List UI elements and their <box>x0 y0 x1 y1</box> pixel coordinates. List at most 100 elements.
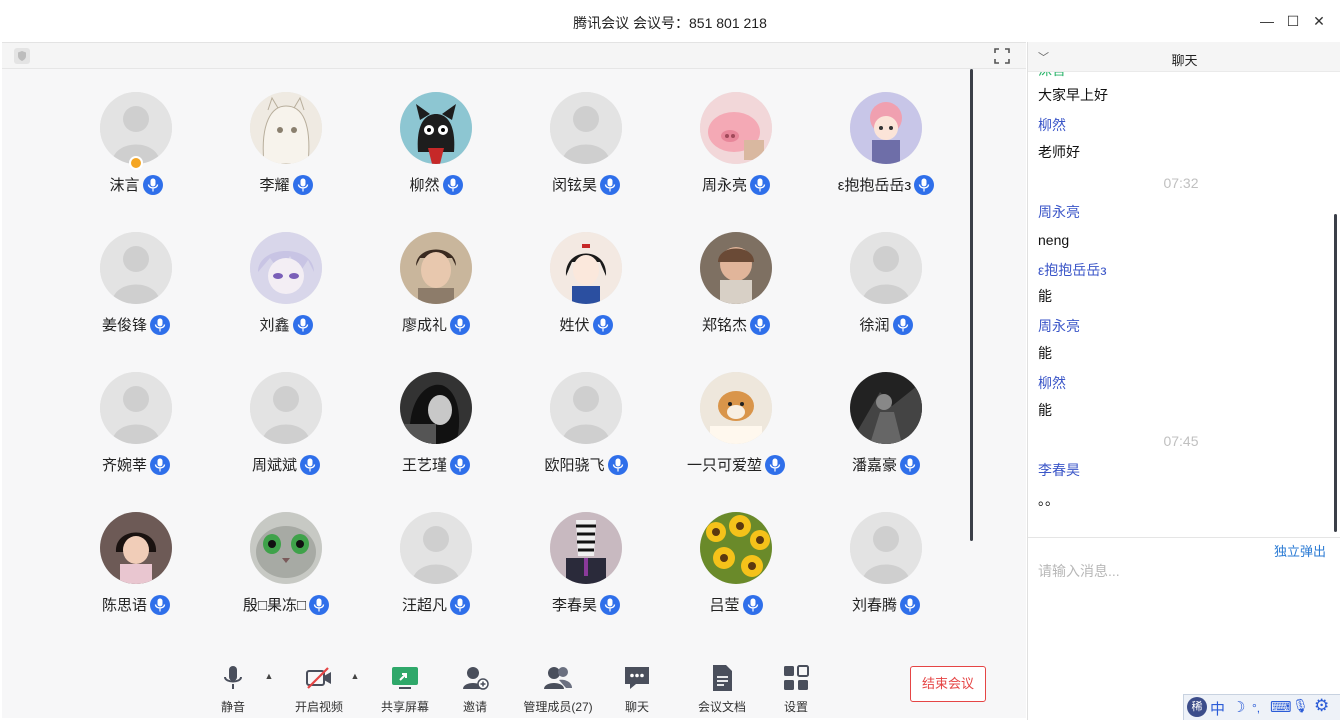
participant-tile[interactable]: 殷□果冻□ <box>211 512 361 632</box>
security-shield-icon[interactable] <box>14 48 30 64</box>
participant-avatar[interactable] <box>550 512 622 584</box>
chat-button[interactable]: 聊天 <box>597 661 677 719</box>
participant-name: 吕莹 <box>709 597 740 614</box>
maximize-button[interactable]: ☐ <box>1282 10 1304 32</box>
participant-name: 徐润 <box>859 317 890 334</box>
chat-message-text: 能 <box>1038 345 1052 361</box>
ime-halfwidth-moon-icon[interactable]: ☽ <box>1232 698 1245 716</box>
mute-options-caret-icon[interactable]: ▲ <box>263 671 275 683</box>
minimize-button[interactable]: — <box>1256 10 1278 32</box>
ime-chinese-mode[interactable]: 中 <box>1210 698 1225 719</box>
participant-tile[interactable]: 廖成礼 <box>361 232 511 352</box>
mic-status-icon <box>600 594 620 615</box>
ime-punctuation-icon[interactable]: °, <box>1252 701 1260 715</box>
participant-avatar[interactable] <box>250 92 322 164</box>
manage-members-button[interactable]: 管理成员(27) <box>512 661 604 719</box>
chat-message-list: 沫言大家早上好柳然老师好07:32周永亮nengε抱抱岳岳з能周永亮能柳然能07… <box>1028 72 1334 537</box>
participant-avatar[interactable] <box>700 372 772 444</box>
ime-logo-icon[interactable]: 稀 <box>1187 697 1207 717</box>
participant-avatar[interactable] <box>550 92 622 164</box>
participant-tile[interactable]: 沫言 <box>61 92 211 212</box>
share-screen-button[interactable]: 共享屏幕 <box>365 661 445 719</box>
participant-tile[interactable]: 陈思语 <box>61 512 211 632</box>
participant-avatar[interactable] <box>100 372 172 444</box>
participant-tile[interactable]: 李耀 <box>211 92 361 212</box>
chat-message-input[interactable] <box>1038 559 1328 583</box>
participant-avatar[interactable] <box>400 232 472 304</box>
participant-tile[interactable]: 李春昊 <box>511 512 661 632</box>
participant-tile[interactable]: 王艺瑾 <box>361 372 511 492</box>
participant-name-row: 姜俊锋 <box>61 314 211 335</box>
participant-tile[interactable]: 姜俊锋 <box>61 232 211 352</box>
participant-avatar[interactable] <box>100 232 172 304</box>
chat-divider <box>1028 537 1340 538</box>
participant-avatar[interactable] <box>400 372 472 444</box>
participant-tile[interactable]: 柳然 <box>361 92 511 212</box>
mic-status-icon <box>600 174 620 195</box>
participant-name-row: 齐婉莘 <box>61 454 211 475</box>
participant-tile[interactable]: 周永亮 <box>661 92 811 212</box>
participant-tile[interactable]: 刘鑫 <box>211 232 361 352</box>
ime-mic-icon[interactable]: 🎙 <box>1292 698 1309 714</box>
end-meeting-button[interactable]: 结束会议 <box>910 666 986 702</box>
participant-tile[interactable]: 闵铉昊 <box>511 92 661 212</box>
fullscreen-icon[interactable] <box>994 48 1010 64</box>
participant-avatar[interactable] <box>400 512 472 584</box>
participant-tile[interactable]: 吕莹 <box>661 512 811 632</box>
mute-button[interactable]: 静音 <box>193 661 273 719</box>
participant-avatar[interactable] <box>550 372 622 444</box>
participant-name-row: 殷□果冻□ <box>211 594 361 615</box>
participant-tile[interactable]: 汪超凡 <box>361 512 511 632</box>
participant-tile[interactable]: 潘嘉豪 <box>811 372 961 492</box>
chat-scrollbar[interactable] <box>1334 214 1337 532</box>
participant-avatar[interactable] <box>850 512 922 584</box>
settings-button[interactable]: 设置 <box>756 661 836 719</box>
participant-tile[interactable]: 周斌斌 <box>211 372 361 492</box>
participant-avatar[interactable] <box>700 92 772 164</box>
gallery-scrollbar[interactable] <box>970 69 973 541</box>
participant-tile[interactable]: 郑铭杰 <box>661 232 811 352</box>
participant-name: 潘嘉豪 <box>851 457 897 474</box>
participant-avatar[interactable] <box>700 512 772 584</box>
participant-name: 刘鑫 <box>259 317 290 334</box>
participant-tile[interactable]: 刘春腾 <box>811 512 961 632</box>
participant-avatar[interactable] <box>100 512 172 584</box>
mic-status-icon <box>450 594 470 615</box>
close-button[interactable]: ✕ <box>1308 10 1330 32</box>
mic-status-icon <box>750 314 770 335</box>
invite-button[interactable]: 邀请 <box>435 661 515 719</box>
participant-avatar[interactable] <box>250 512 322 584</box>
participant-avatar[interactable] <box>850 372 922 444</box>
participant-avatar[interactable] <box>100 92 172 164</box>
participant-avatar[interactable] <box>400 92 472 164</box>
participant-avatar[interactable] <box>550 232 622 304</box>
participant-avatar[interactable] <box>250 372 322 444</box>
chat-message-text: 。。 <box>1038 492 1059 508</box>
start-video-label: 开启视频 <box>294 700 343 714</box>
mic-status-icon <box>765 454 785 475</box>
participant-tile[interactable]: 齐婉莘 <box>61 372 211 492</box>
participant-avatar[interactable] <box>250 232 322 304</box>
participant-name: 陈思语 <box>101 597 147 614</box>
start-video-button[interactable]: 开启视频 <box>279 661 359 719</box>
invite-user-icon <box>463 667 489 690</box>
video-options-caret-icon[interactable]: ▲ <box>349 671 361 683</box>
participant-name: 廖成礼 <box>401 317 447 334</box>
participant-avatar[interactable] <box>850 92 922 164</box>
participant-tile[interactable]: 一只可爱堃 <box>661 372 811 492</box>
participant-tile[interactable]: 姓伏 <box>511 232 661 352</box>
participant-name-row: 欧阳骁飞 <box>511 454 661 475</box>
ime-keyboard-icon[interactable]: ⌨ <box>1270 698 1292 716</box>
meeting-docs-button[interactable]: 会议文档 <box>682 661 762 719</box>
popout-chat-link[interactable]: 独立弹出 <box>1274 541 1326 560</box>
chat-message-text: 能 <box>1038 288 1052 304</box>
participant-tile[interactable]: ε抱抱岳岳з <box>811 92 961 212</box>
participant-tile[interactable]: 欧阳骁飞 <box>511 372 661 492</box>
ime-gear-icon[interactable]: ⚙ <box>1314 696 1329 716</box>
participant-avatar[interactable] <box>700 232 772 304</box>
participant-avatar[interactable] <box>850 232 922 304</box>
participant-name: 周斌斌 <box>251 457 297 474</box>
participant-tile[interactable]: 徐润 <box>811 232 961 352</box>
mic-status-icon <box>142 174 163 195</box>
chat-sender-name: 沫言 <box>1038 72 1066 80</box>
